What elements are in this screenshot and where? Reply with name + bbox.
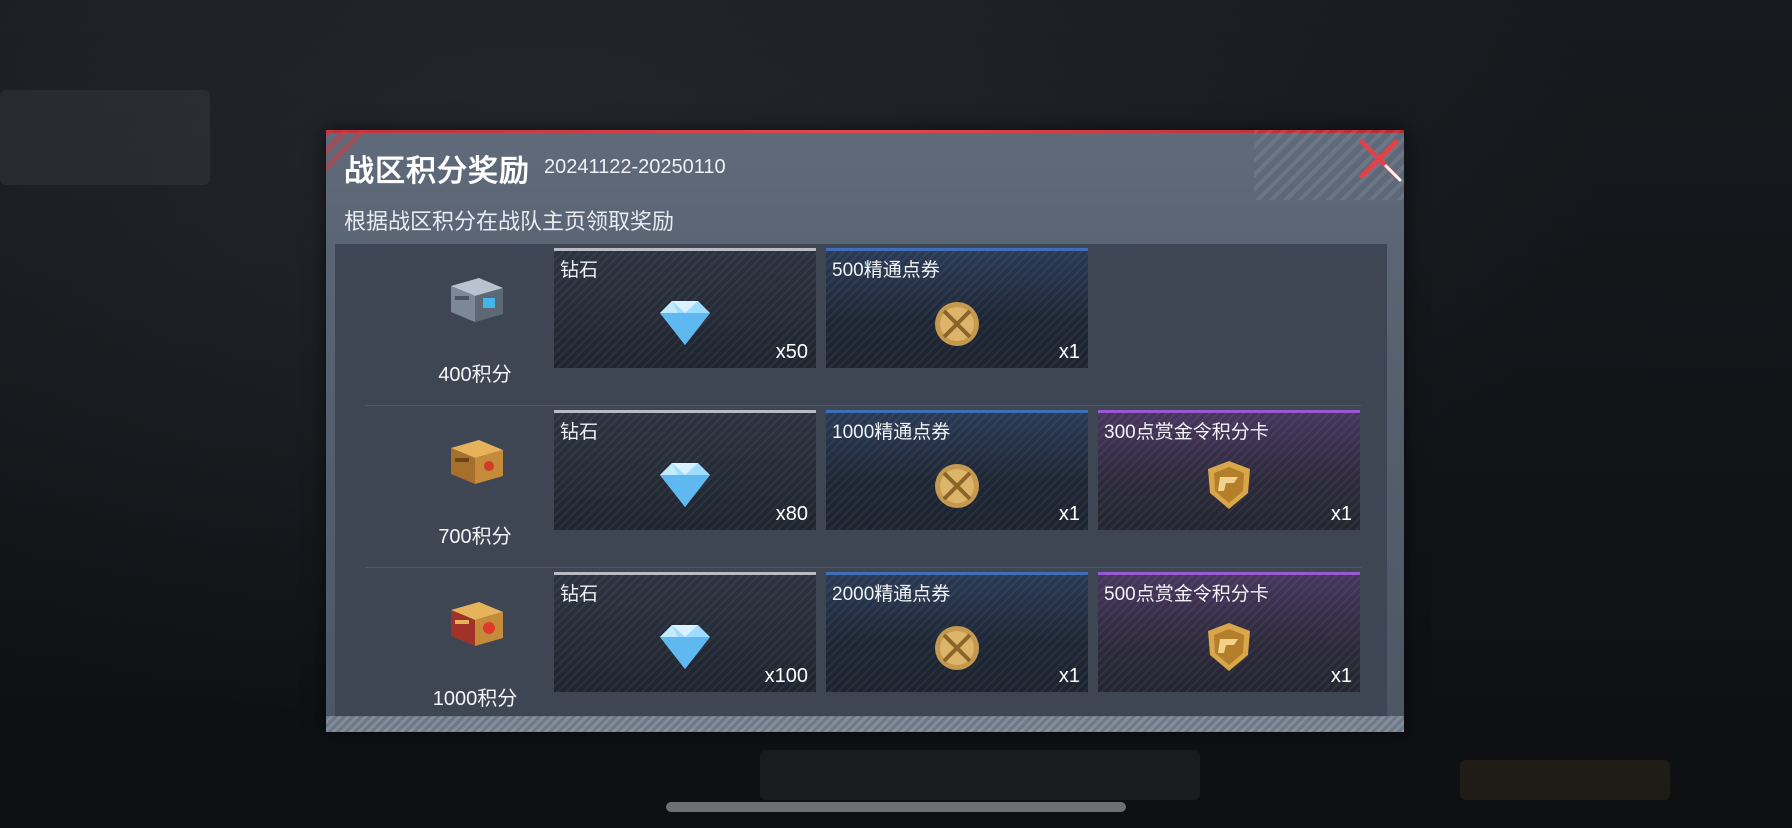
reward-list: 400积分 钻石 x50 500精通点券 x1 700积分 钻石 x80 100… <box>335 244 1387 730</box>
close-icon <box>1359 139 1402 182</box>
reward-name: 钻石 <box>560 584 599 605</box>
tier-points-label: 1000积分 <box>432 688 518 710</box>
tier-info: 400积分 <box>395 262 555 386</box>
close-button[interactable] <box>1356 136 1402 182</box>
reward-quantity: x1 <box>1058 665 1080 687</box>
gold-red-chest-icon <box>451 602 503 646</box>
reward-tier-row: 1000积分 钻石 x100 2000精通点券 x1 500点赏金令积分卡 x1 <box>335 568 1387 730</box>
reward-quantity: x1 <box>1330 503 1352 525</box>
reward-card-mastery-voucher[interactable]: 2000精通点券 x1 <box>826 572 1088 692</box>
reward-tier-row: 700积分 钻石 x80 1000精通点券 x1 300点赏金令积分卡 x1 <box>335 406 1387 568</box>
date-range: 20241122-20250110 <box>544 156 726 178</box>
reward-name: 2000精通点券 <box>832 584 951 605</box>
reward-quantity: x80 <box>775 503 808 525</box>
reward-name: 钻石 <box>560 260 599 281</box>
dialog-subtitle: 根据战区积分在战队主页领取奖励 <box>344 209 675 234</box>
reward-card-bounty-points[interactable]: 500点赏金令积分卡 x1 <box>1098 572 1360 692</box>
mastery-coin-icon <box>935 302 979 346</box>
reward-card-mastery-voucher[interactable]: 500精通点券 x1 <box>826 248 1088 368</box>
row-divider <box>365 729 1361 730</box>
gold-chest-icon <box>451 440 503 484</box>
reward-quantity: x50 <box>775 341 808 363</box>
reward-tier-row: 400积分 钻石 x50 500精通点券 x1 <box>335 244 1387 406</box>
mastery-coin-icon <box>935 464 979 508</box>
reward-card-diamond[interactable]: 钻石 x100 <box>554 572 816 692</box>
tier-info: 700积分 <box>395 424 555 548</box>
background-panel <box>1460 760 1670 800</box>
reward-card-diamond[interactable]: 钻石 x80 <box>554 410 816 530</box>
reward-name: 1000精通点券 <box>832 422 951 443</box>
reward-name: 500点赏金令积分卡 <box>1104 584 1269 605</box>
diamond-icon <box>660 625 710 669</box>
dialog-title: 战区积分奖励 <box>344 155 530 188</box>
bounty-badge-icon <box>1208 623 1250 671</box>
background-panel <box>0 90 210 185</box>
reward-name: 钻石 <box>560 422 599 443</box>
tier-info: 1000积分 <box>395 586 555 710</box>
reward-name: 500精通点券 <box>832 260 940 281</box>
reward-name: 300点赏金令积分卡 <box>1104 422 1269 443</box>
mastery-coin-icon <box>935 626 979 670</box>
home-indicator[interactable] <box>666 802 1126 812</box>
zone-points-reward-dialog: 战区积分奖励 20241122-20250110 根据战区积分在战队主页领取奖励… <box>326 130 1404 732</box>
reward-card-diamond[interactable]: 钻石 x50 <box>554 248 816 368</box>
reward-quantity: x1 <box>1058 341 1080 363</box>
bounty-badge-icon <box>1208 461 1250 509</box>
tier-points-label: 700积分 <box>438 526 512 548</box>
tier-points-label: 400积分 <box>438 364 512 386</box>
diamond-icon <box>660 463 710 507</box>
reward-quantity: x1 <box>1330 665 1352 687</box>
silver-chest-icon <box>451 278 503 322</box>
reward-card-bounty-points[interactable]: 300点赏金令积分卡 x1 <box>1098 410 1360 530</box>
reward-card-mastery-voucher[interactable]: 1000精通点券 x1 <box>826 410 1088 530</box>
diamond-icon <box>660 301 710 345</box>
background-panel <box>760 750 1200 800</box>
reward-quantity: x1 <box>1058 503 1080 525</box>
reward-quantity: x100 <box>764 665 808 687</box>
